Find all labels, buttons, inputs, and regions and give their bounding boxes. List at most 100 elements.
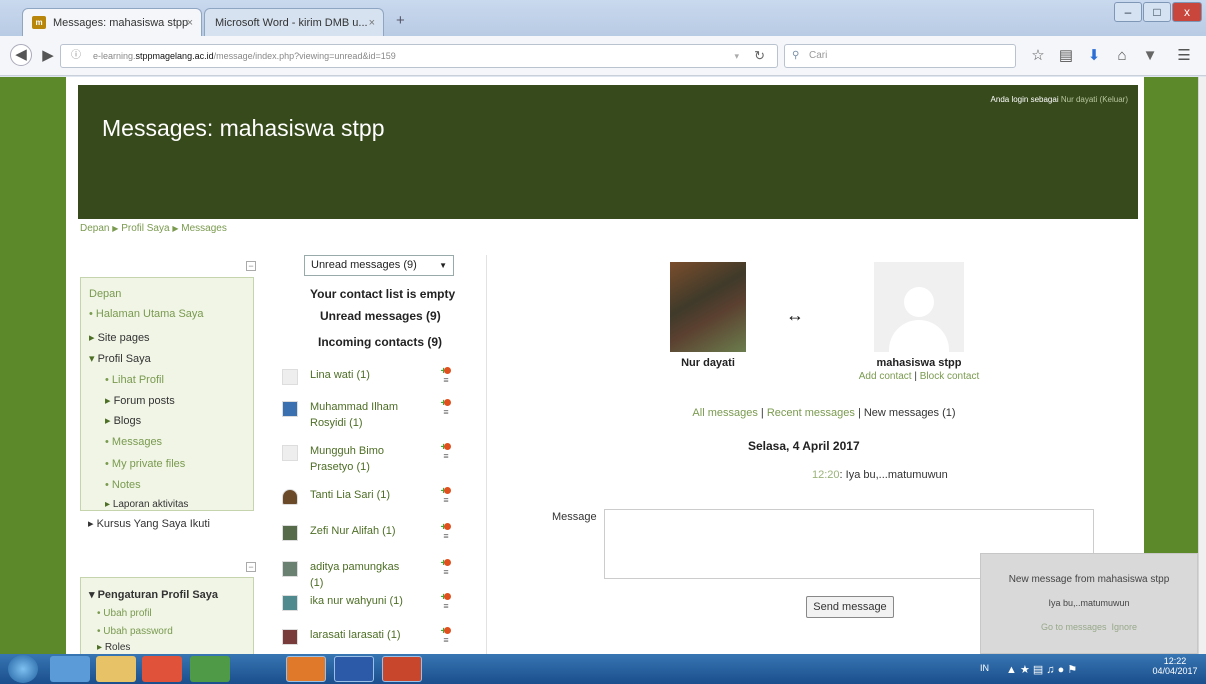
block-icon[interactable] <box>444 399 452 406</box>
settings-change-password[interactable]: • Ubah password <box>97 626 173 637</box>
media-player-icon[interactable] <box>142 656 182 682</box>
nav-notes[interactable]: • Notes <box>105 479 141 491</box>
pocket-icon[interactable]: ▼ <box>1140 46 1160 66</box>
info-icon[interactable]: ⓘ <box>71 45 81 67</box>
nav-activity-report[interactable]: ▸ Laporan aktivitas <box>105 499 188 510</box>
popup-text: Iya bu,..matumuwun <box>1048 598 1130 608</box>
history-icon[interactable]: ≡ <box>443 531 448 541</box>
clock[interactable]: 12:22 04/04/2017 <box>1150 656 1200 676</box>
nav-blogs[interactable]: ▸ Blogs <box>105 414 141 427</box>
explorer-icon[interactable] <box>96 656 136 682</box>
tab-messages[interactable]: m Messages: mahasiswa stpp × <box>22 8 202 36</box>
contact-item[interactable]: Muhammad Ilham Rosyidi (1) +≡ <box>282 399 452 439</box>
collapse-settings-icon[interactable]: − <box>246 562 256 572</box>
chrome-icon[interactable] <box>190 656 230 682</box>
nav-messages[interactable]: • Messages <box>105 436 162 448</box>
block-icon[interactable] <box>444 367 452 374</box>
other-profile-photo[interactable] <box>874 262 964 352</box>
tab-word[interactable]: Microsoft Word - kirim DMB u... × <box>204 8 384 36</box>
ignore-link[interactable]: Ignore <box>1112 622 1138 632</box>
url-bar[interactable]: ⓘ e-learning.stppmagelang.ac.id/message/… <box>60 44 778 68</box>
forward-icon[interactable]: ▶ <box>38 46 58 66</box>
block-icon[interactable] <box>444 559 452 566</box>
home-icon[interactable]: ⌂ <box>1112 46 1132 66</box>
dropdown-icon[interactable]: ▾ <box>734 45 739 67</box>
new-tab-button[interactable]: + <box>396 12 405 29</box>
word-icon[interactable] <box>334 656 374 682</box>
block-icon[interactable] <box>444 627 452 634</box>
block-icon[interactable] <box>444 487 452 494</box>
firefox-icon[interactable] <box>286 656 326 682</box>
bookmark-star-icon[interactable]: ☆ <box>1028 46 1048 66</box>
block-icon[interactable] <box>444 523 452 530</box>
nav-site-pages[interactable]: ▸ Site pages <box>89 331 150 344</box>
my-profile-photo[interactable] <box>670 262 746 352</box>
logout-link[interactable]: (Keluar) <box>1100 95 1128 104</box>
collapse-nav-icon[interactable]: − <box>246 261 256 271</box>
contact-name[interactable]: Tanti Lia Sari (1) <box>310 487 410 503</box>
nav-private-files[interactable]: • My private files <box>105 458 185 470</box>
nav-my-home[interactable]: • Halaman Utama Saya <box>89 308 204 320</box>
search-input[interactable]: ⚲ Cari <box>784 44 1016 68</box>
page-scrollbar[interactable] <box>1198 77 1206 654</box>
close-window-button[interactable]: x <box>1172 2 1202 22</box>
contact-name[interactable]: ika nur wahyuni (1) <box>310 593 410 609</box>
powerpoint-icon[interactable] <box>382 656 422 682</box>
contact-item[interactable]: Mungguh Bimo Prasetyo (1) +≡ <box>282 443 452 483</box>
message-view-select[interactable]: Unread messages (9) ▼ <box>304 255 454 276</box>
history-icon[interactable]: ≡ <box>443 495 448 505</box>
avatar <box>282 525 298 541</box>
nav-view-profile[interactable]: • Lihat Profil <box>105 374 164 386</box>
menu-icon[interactable]: ☰ <box>1174 46 1194 66</box>
reload-icon[interactable]: ↻ <box>754 45 765 67</box>
block-contact-link[interactable]: Block contact <box>920 371 979 382</box>
go-to-messages-link[interactable]: Go to messages <box>1041 622 1107 632</box>
filter-all-link[interactable]: All messages <box>692 407 757 419</box>
contact-name[interactable]: larasati larasati (1) <box>310 627 410 643</box>
ie-icon[interactable] <box>50 656 90 682</box>
tray-icons[interactable]: ▲ ★ ▤ ♫ ● ⚑ <box>1006 663 1077 676</box>
breadcrumb-home[interactable]: Depan <box>80 223 109 234</box>
history-icon[interactable]: ≡ <box>443 567 448 577</box>
history-icon[interactable]: ≡ <box>443 407 448 417</box>
send-message-button[interactable]: Send message <box>806 596 894 618</box>
back-icon[interactable]: ◀ <box>10 44 32 66</box>
filter-recent-link[interactable]: Recent messages <box>767 407 855 419</box>
start-button[interactable] <box>8 655 38 683</box>
conversation-arrow-icon: ↔ <box>786 305 804 325</box>
download-icon[interactable]: ⬇ <box>1084 46 1104 66</box>
history-icon[interactable]: ≡ <box>443 451 448 461</box>
breadcrumb-messages[interactable]: Messages <box>181 223 227 234</box>
block-icon[interactable] <box>444 443 452 450</box>
history-icon[interactable]: ≡ <box>443 375 448 385</box>
breadcrumb-profile[interactable]: Profil Saya <box>121 223 169 234</box>
block-icon[interactable] <box>444 593 452 600</box>
contact-name[interactable]: aditya pamungkas (1) <box>310 559 410 591</box>
settings-roles[interactable]: ▸ Roles <box>97 642 130 653</box>
login-user-link[interactable]: Nur dayati <box>1061 95 1097 104</box>
contact-name[interactable]: Muhammad Ilham Rosyidi (1) <box>310 399 410 431</box>
bookmarks-list-icon[interactable]: ▤ <box>1056 46 1076 66</box>
minimize-button[interactable]: – <box>1114 2 1142 22</box>
contact-name[interactable]: Zefi Nur Alifah (1) <box>310 523 410 539</box>
contact-name[interactable]: Mungguh Bimo Prasetyo (1) <box>310 443 410 475</box>
history-icon[interactable]: ≡ <box>443 635 448 645</box>
maximize-button[interactable]: □ <box>1143 2 1171 22</box>
language-indicator[interactable]: IN <box>980 663 989 673</box>
nav-my-courses[interactable]: ▸ Kursus Yang Saya Ikuti <box>88 517 210 530</box>
close-tab-icon[interactable]: × <box>187 17 193 29</box>
contact-item[interactable]: Tanti Lia Sari (1) +≡ <box>282 487 452 527</box>
popup-title: New message from mahasiswa stpp <box>1008 574 1170 585</box>
contact-item[interactable]: larasati larasati (1) +≡ <box>282 627 452 654</box>
history-icon[interactable]: ≡ <box>443 601 448 611</box>
nav-home[interactable]: Depan <box>89 288 121 300</box>
add-contact-link[interactable]: Add contact <box>859 371 912 382</box>
settings-edit-profile[interactable]: • Ubah profil <box>97 608 152 619</box>
contact-item[interactable]: Zefi Nur Alifah (1) +≡ <box>282 523 452 563</box>
url-prefix: e-learning. <box>93 51 136 61</box>
contact-name[interactable]: Lina wati (1) <box>310 367 410 383</box>
settings-block: ▾ Pengaturan Profil Saya • Ubah profil •… <box>80 577 254 654</box>
nav-profile[interactable]: ▾ Profil Saya <box>89 352 151 365</box>
close-tab-icon[interactable]: × <box>369 17 375 29</box>
nav-forum-posts[interactable]: ▸ Forum posts <box>105 394 175 407</box>
